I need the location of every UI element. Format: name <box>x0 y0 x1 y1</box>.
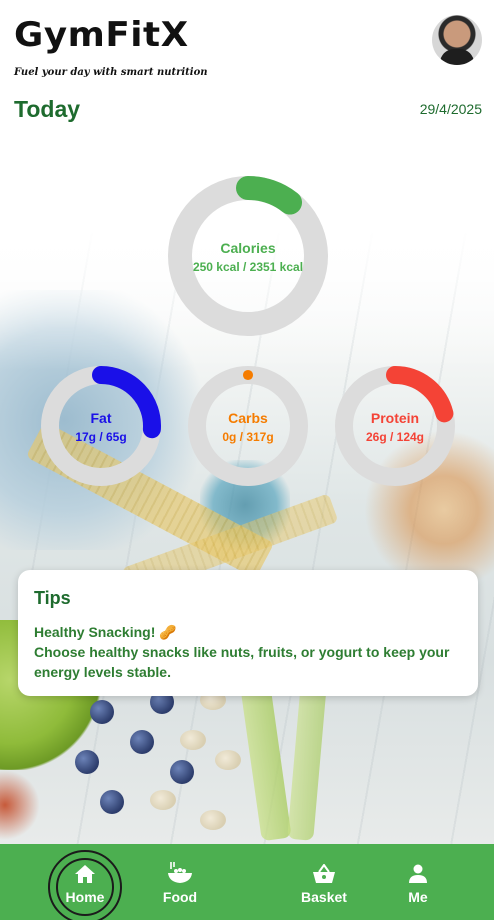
carbs-ring-progress <box>242 369 254 381</box>
food-bowl-icon <box>167 861 193 890</box>
home-icon <box>74 864 96 889</box>
brand-name: GymFitX <box>14 15 189 55</box>
nav-food[interactable]: Food <box>150 844 210 920</box>
carbs-value: 0g / 317g <box>222 430 274 444</box>
carbs-ring-track <box>188 366 308 486</box>
protein-ring-chart <box>335 366 455 486</box>
tips-body: Choose healthy snacks like nuts, fruits,… <box>34 644 450 680</box>
protein-ring: Protein 26g / 124g <box>335 366 455 486</box>
calories-ring: Calories 250 kcal / 2351 kcal <box>168 176 328 336</box>
carbs-ring-chart <box>188 366 308 486</box>
nav-me[interactable]: Me <box>398 844 438 920</box>
nav-home[interactable]: Home <box>48 844 122 920</box>
calories-ring-chart <box>168 176 328 336</box>
calories-label: Calories <box>220 240 276 256</box>
calories-value: 250 kcal / 2351 kcal <box>192 260 304 274</box>
protein-ring-progress <box>386 366 454 423</box>
carbs-ring: Carbs 0g / 317g <box>188 366 308 486</box>
basket-icon <box>312 863 336 889</box>
app-logo: GymFitX <box>14 16 188 54</box>
tips-title: Tips <box>34 588 71 608</box>
person-icon <box>408 864 428 889</box>
tips-card: Tips Healthy Snacking! 🥜 Choose healthy … <box>18 570 478 696</box>
protein-value: 26g / 124g <box>365 430 425 444</box>
protein-label: Protein <box>370 410 420 426</box>
fat-ring: Fat 17g / 65g <box>41 366 161 486</box>
nav-basket[interactable]: Basket <box>294 844 354 920</box>
app-tagline: Fuel your day with smart nutrition <box>14 67 208 78</box>
carbs-label: Carbs <box>228 410 268 426</box>
nav-home-label: Home <box>65 889 105 905</box>
nav-basket-label: Basket <box>301 889 347 905</box>
bottom-nav: Home Food Basket Me <box>0 844 494 920</box>
fat-label: Fat <box>90 410 112 426</box>
page-title: Today <box>14 96 81 122</box>
nav-food-label: Food <box>162 889 198 905</box>
fat-value: 17g / 65g <box>75 430 127 444</box>
tips-heading: Healthy Snacking! 🥜 <box>34 624 177 640</box>
nav-me-label: Me <box>408 889 428 905</box>
current-date: 29/4/2025 <box>419 101 482 117</box>
profile-avatar[interactable] <box>432 15 482 65</box>
fat-ring-chart <box>41 366 161 486</box>
